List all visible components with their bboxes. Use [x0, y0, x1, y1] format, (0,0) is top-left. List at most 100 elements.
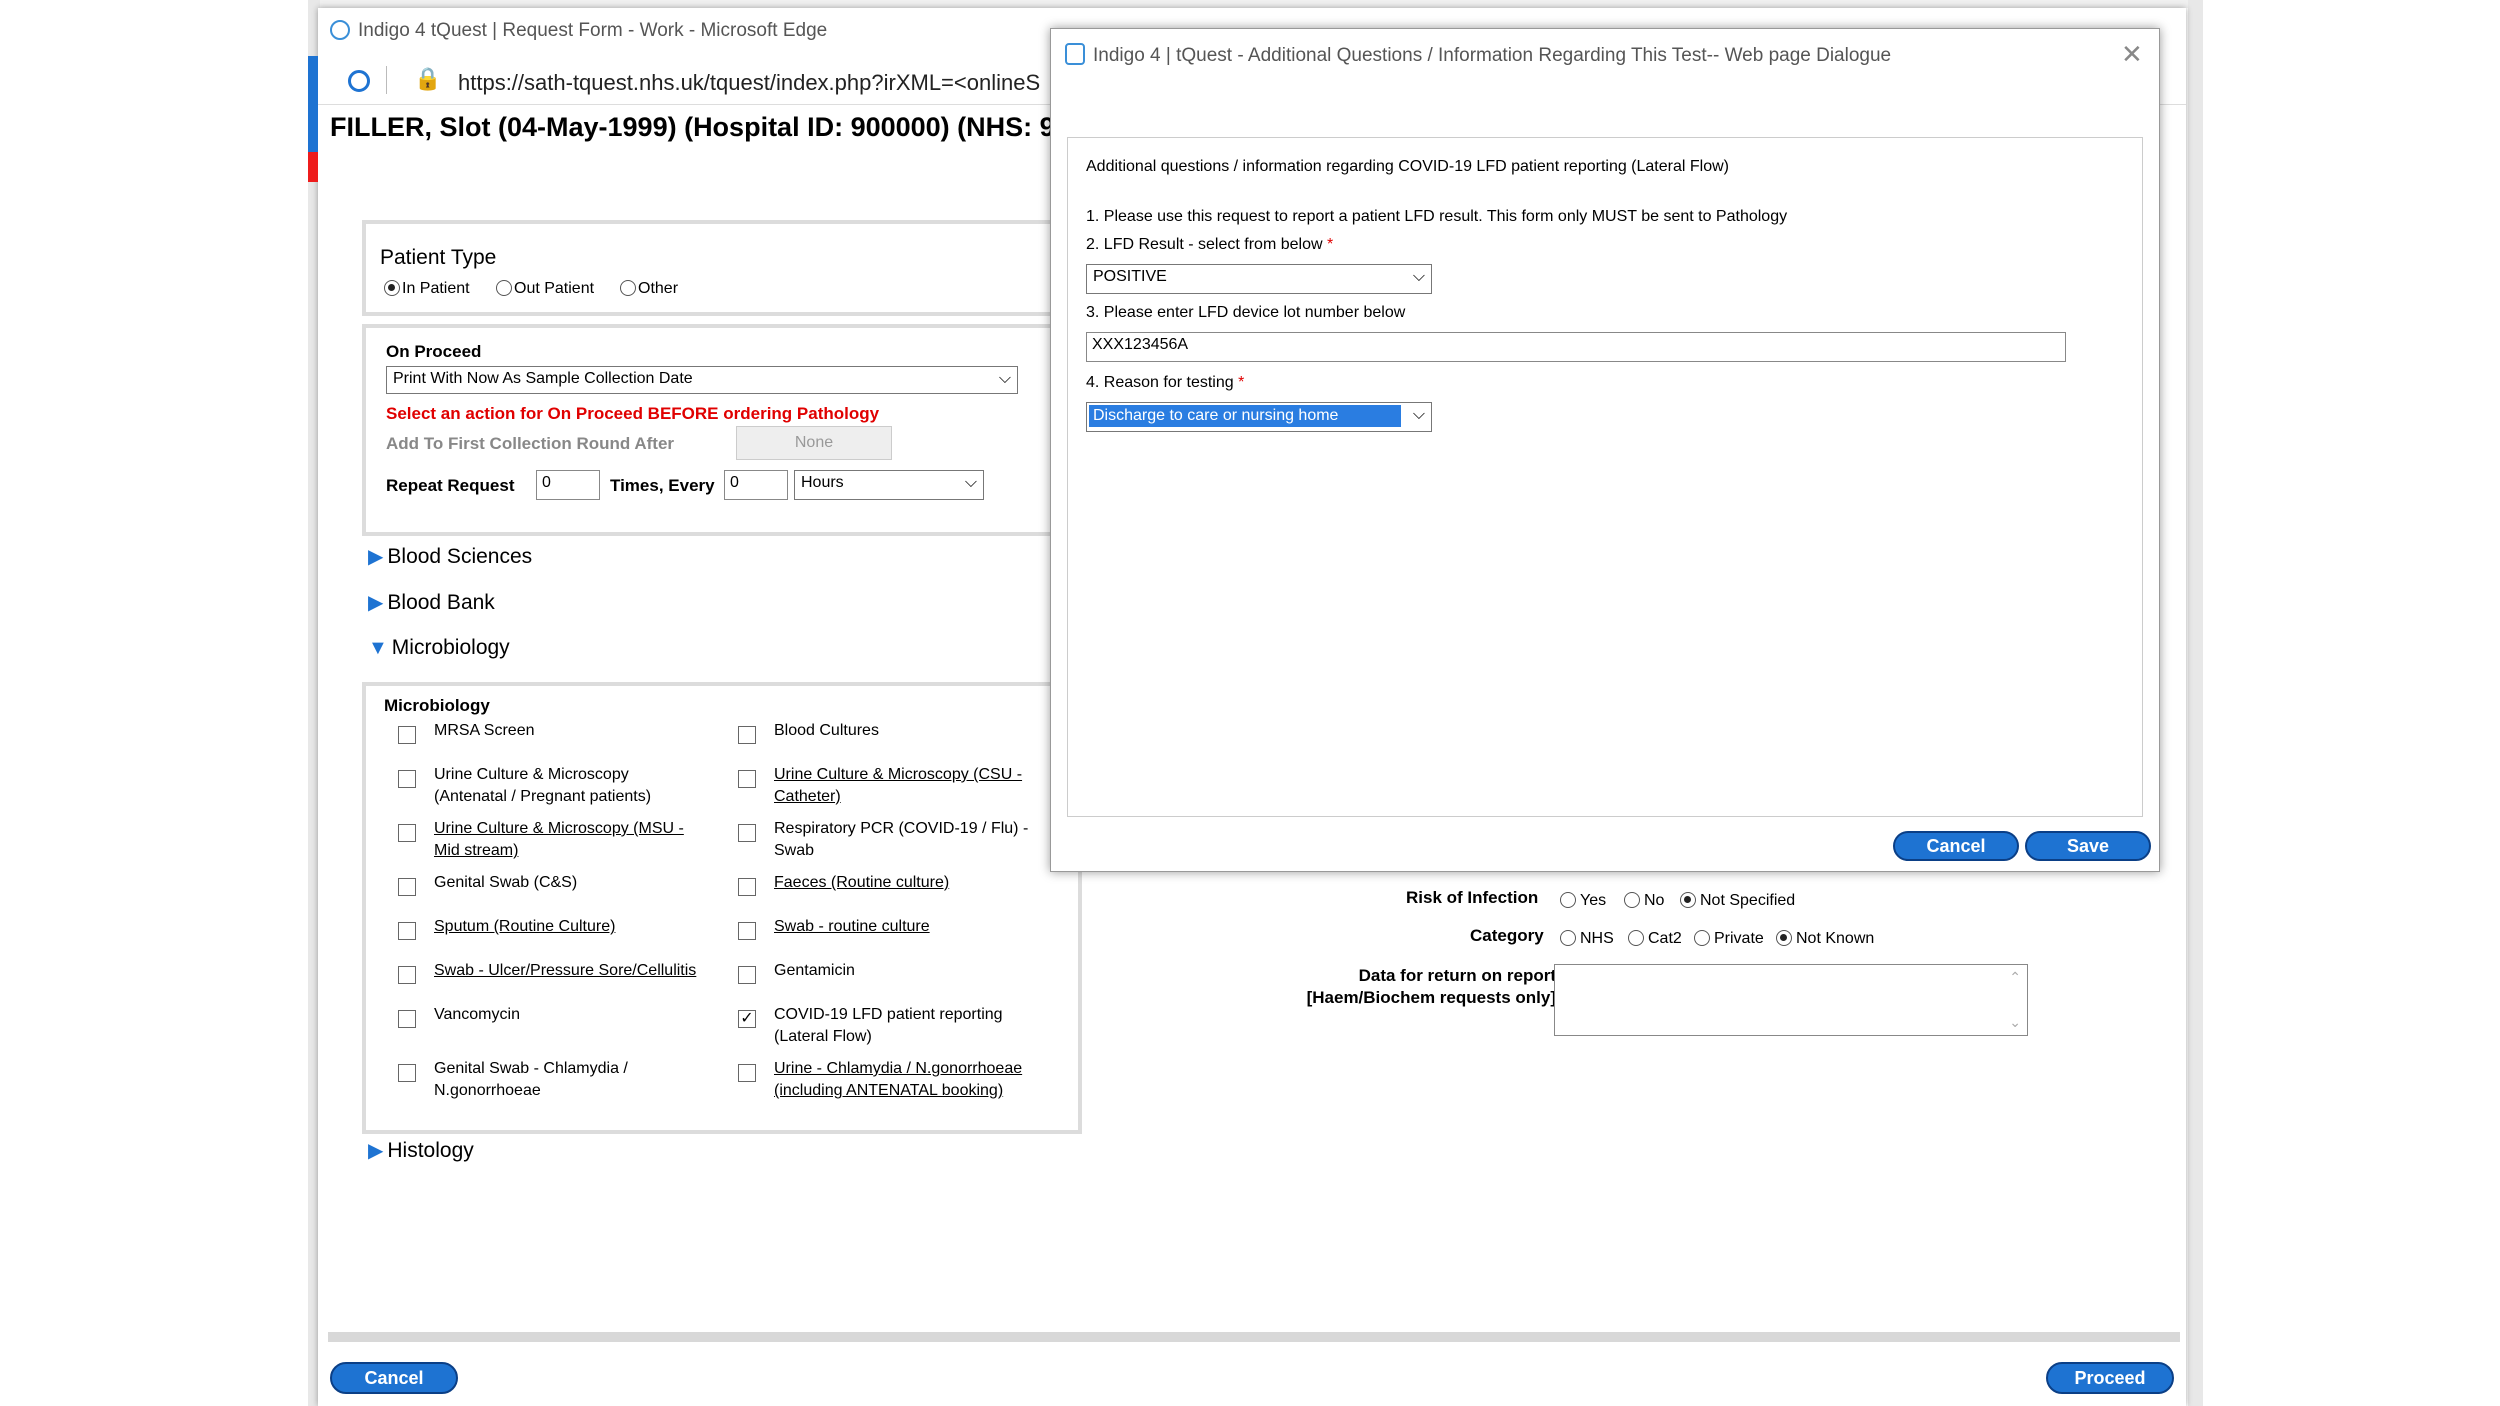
edge-window-title: Indigo 4 tQuest | Request Form - Work - … — [358, 20, 828, 41]
ie-mode-icon[interactable] — [348, 70, 370, 92]
cancel-button[interactable]: Cancel — [330, 1362, 458, 1394]
checkbox[interactable] — [398, 726, 416, 744]
microbiology-test-label: Genital Swab - Chlamydia / — [434, 1060, 628, 1077]
proceed-button[interactable]: Proceed — [2046, 1362, 2174, 1394]
checkbox[interactable] — [738, 878, 756, 896]
microbiology-test-label[interactable]: Urine Culture & Microscopy (CSU - — [774, 766, 1022, 784]
background-red-strip — [308, 152, 318, 182]
radio-risk-yes[interactable] — [1560, 892, 1576, 908]
microbiology-test-label-line2[interactable]: Catheter) — [774, 788, 841, 806]
dialog-question-2: 2. LFD Result - select from below * — [1086, 236, 1333, 254]
patient-banner: FILLER, Slot (04-May-1999) (Hospital ID:… — [330, 112, 1085, 142]
checkbox[interactable] — [398, 1064, 416, 1082]
microbiology-test-label[interactable]: Urine - Chlamydia / N.gonorrhoeae — [774, 1060, 1022, 1078]
dialog-intro: Additional questions / information regar… — [1086, 158, 1729, 175]
dialog-title: Indigo 4 | tQuest - Additional Questions… — [1093, 45, 1892, 66]
microbiology-test-label[interactable]: Swab - Ulcer/Pressure Sore/Cellulitis — [434, 962, 696, 980]
lfd-lot-number-input[interactable]: XXX123456A — [1086, 332, 2066, 362]
checkbox[interactable] — [738, 1064, 756, 1082]
microbiology-test-label[interactable]: Swab - routine culture — [774, 918, 930, 936]
data-return-textarea[interactable]: ⌃ ⌄ — [1554, 964, 2028, 1036]
dialog-question-1: 1. Please use this request to report a p… — [1086, 208, 1788, 225]
lfd-result-select[interactable]: POSITIVE ⌵ — [1086, 264, 1432, 294]
microbiology-test-label: COVID-19 LFD patient reporting — [774, 1006, 1003, 1023]
radio-risk-yes-label: Yes — [1580, 892, 1607, 909]
microbiology-test-label[interactable]: Urine Culture & Microscopy (MSU - — [434, 820, 684, 838]
section-histology[interactable]: ▶ Histology — [368, 1138, 474, 1163]
microbiology-test-label: Gentamicin — [774, 962, 855, 979]
microbiology-test-label-line2: N.gonorrhoeae — [434, 1082, 541, 1099]
interval-unit-select[interactable]: Hours ⌵ — [794, 470, 984, 500]
none-button[interactable]: None — [736, 426, 892, 460]
radio-out-patient-label: Out Patient — [514, 280, 595, 297]
section-blood-bank[interactable]: ▶ Blood Bank — [368, 590, 495, 615]
background-taskbar — [308, 0, 2203, 8]
checkbox[interactable]: ✓ — [738, 1010, 756, 1028]
expand-arrow-icon: ▶ — [368, 1140, 384, 1162]
checkbox[interactable] — [738, 922, 756, 940]
microbiology-test-label-line2[interactable]: Mid stream) — [434, 842, 518, 860]
microbiology-test-label[interactable]: Faeces (Routine culture) — [774, 874, 949, 892]
radio-category-nhs[interactable] — [1560, 930, 1576, 946]
checkbox[interactable] — [738, 966, 756, 984]
add-first-collection-label: Add To First Collection Round After — [386, 434, 675, 453]
section-blood-bank-label: Blood Bank — [387, 591, 495, 614]
repeat-request-input[interactable]: 0 — [536, 470, 600, 500]
chevron-down-icon: ⌵ — [1412, 268, 1425, 285]
required-marker: * — [1238, 374, 1245, 391]
reason-for-testing-select[interactable]: Discharge to care or nursing home ⌵ — [1086, 402, 1432, 432]
scroll-down-icon[interactable]: ⌄ — [2009, 1014, 2021, 1031]
address-url[interactable]: https://sath-tquest.nhs.uk/tquest/index.… — [458, 70, 1040, 96]
checkbox[interactable] — [738, 726, 756, 744]
radio-risk-no-label: No — [1644, 892, 1665, 909]
microbiology-test-label: Blood Cultures — [774, 722, 879, 739]
radio-category-nhs-label: NHS — [1580, 930, 1614, 947]
radio-out-patient[interactable] — [496, 280, 512, 296]
collapse-arrow-icon: ▼ — [368, 637, 388, 659]
microbiology-test-label[interactable]: Sputum (Routine Culture) — [434, 918, 615, 936]
checkbox[interactable] — [398, 878, 416, 896]
dialog-question-2-text: 2. LFD Result - select from below — [1086, 236, 1323, 253]
radio-risk-no[interactable] — [1624, 892, 1640, 908]
lock-icon[interactable]: 🔒 — [414, 66, 441, 92]
data-return-label-1: Data for return on report — [1358, 966, 1556, 985]
background-window-edge-right — [2188, 0, 2203, 1406]
on-proceed-warning: Select an action for On Proceed BEFORE o… — [386, 404, 880, 423]
chevron-down-icon: ⌵ — [1412, 406, 1425, 423]
radio-category-not-known[interactable] — [1776, 930, 1792, 946]
expand-arrow-icon: ▶ — [368, 546, 384, 568]
every-input[interactable]: 0 — [724, 470, 788, 500]
checkbox[interactable] — [738, 770, 756, 788]
dialog-question-4-text: 4. Reason for testing — [1086, 374, 1234, 391]
dialog-question-3: 3. Please enter LFD device lot number be… — [1086, 304, 1406, 321]
microbiology-test-label-line2[interactable]: (including ANTENATAL booking) — [774, 1082, 1003, 1100]
close-icon[interactable]: ✕ — [2121, 39, 2143, 70]
checkbox[interactable] — [738, 824, 756, 842]
data-return-label-2: [Haem/Biochem requests only] — [1306, 988, 1556, 1007]
dialog-cancel-button[interactable]: Cancel — [1893, 831, 2019, 861]
radio-risk-not-specified[interactable] — [1680, 892, 1696, 908]
checkbox[interactable] — [398, 1010, 416, 1028]
background-blue-strip — [308, 56, 318, 152]
section-microbiology[interactable]: ▼ Microbiology — [368, 636, 510, 660]
section-blood-sciences[interactable]: ▶ Blood Sciences — [368, 544, 532, 569]
scroll-up-icon[interactable]: ⌃ — [2009, 969, 2021, 986]
times-every-label: Times, Every — [610, 476, 715, 495]
radio-in-patient[interactable] — [384, 280, 400, 296]
dialog-save-button[interactable]: Save — [2025, 831, 2151, 861]
additional-questions-dialog: Indigo 4 | tQuest - Additional Questions… — [1050, 28, 2160, 872]
checkbox[interactable] — [398, 824, 416, 842]
microbiology-test-label: Respiratory PCR (COVID-19 / Flu) - — [774, 820, 1029, 837]
patient-type-heading: Patient Type — [380, 246, 497, 269]
radio-category-private[interactable] — [1694, 930, 1710, 946]
category-label: Category — [1470, 926, 1544, 945]
checkbox[interactable] — [398, 770, 416, 788]
checkbox[interactable] — [398, 922, 416, 940]
radio-category-cat2[interactable] — [1628, 930, 1644, 946]
radio-category-private-label: Private — [1714, 930, 1764, 947]
interval-unit-value: Hours — [801, 474, 844, 491]
radio-other[interactable] — [620, 280, 636, 296]
checkbox[interactable] — [398, 966, 416, 984]
on-proceed-select[interactable]: Print With Now As Sample Collection Date… — [386, 366, 1018, 394]
patient-type-group: Patient Type In Patient Out Patient Othe… — [362, 220, 1062, 316]
